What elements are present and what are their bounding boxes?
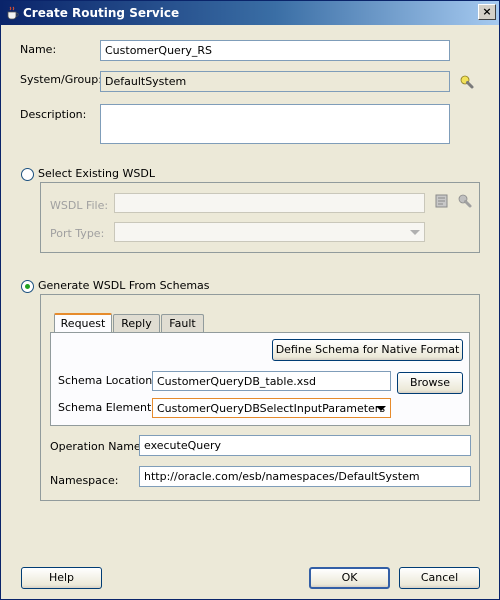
schema-element-label: Schema Element: [58,401,155,414]
wsdl-file-input[interactable] [114,193,425,213]
generate-wsdl-label[interactable]: Generate WSDL From Schemas [38,279,210,292]
flashlight-icon[interactable] [459,74,475,93]
description-textarea[interactable] [100,104,450,144]
close-icon: × [482,5,492,18]
name-input[interactable]: CustomerQuery_RS [100,40,450,61]
schema-element-value: CustomerQueryDBSelectInputParameters [157,402,386,415]
dialog-window: Create Routing Service × Name: CustomerQ… [0,0,500,600]
browse-file-icon[interactable] [434,193,450,212]
ok-button[interactable]: OK [309,567,390,589]
flashlight-icon[interactable] [457,193,473,212]
schema-location-label: Schema Location: [58,374,156,387]
help-button[interactable]: Help [21,567,102,589]
window-title: Create Routing Service [23,6,180,20]
tab-reply[interactable]: Reply [113,314,160,333]
title-bar[interactable]: Create Routing Service × [1,1,499,25]
system-group-field: DefaultSystem [100,71,450,92]
wsdl-file-label: WSDL File: [50,199,109,212]
operation-name-label: Operation Name: [50,440,145,453]
chevron-down-icon [376,406,386,411]
tab-request[interactable]: Request [54,313,112,333]
select-existing-wsdl-label[interactable]: Select Existing WSDL [38,167,155,180]
name-label: Name: [20,43,57,56]
coffee-cup-icon [5,5,21,21]
port-type-label: Port Type: [50,227,105,240]
tab-fault[interactable]: Fault [161,314,204,333]
define-schema-native-format-button[interactable]: Define Schema for Native Format [272,339,463,361]
cancel-button[interactable]: Cancel [399,567,480,589]
namespace-label: Namespace: [50,474,119,487]
system-group-label: System/Group: [20,73,102,86]
operation-name-input[interactable]: executeQuery [139,435,471,456]
generate-wsdl-radio[interactable] [21,280,34,293]
schema-location-input[interactable]: CustomerQueryDB_table.xsd [152,371,391,391]
description-label: Description: [20,108,87,121]
browse-button[interactable]: Browse [397,372,463,394]
port-type-select[interactable] [114,222,425,242]
chevron-down-icon [410,230,420,235]
select-existing-wsdl-radio[interactable] [21,168,34,181]
namespace-input[interactable]: http://oracle.com/esb/namespaces/Default… [139,466,471,487]
schema-element-select[interactable]: CustomerQueryDBSelectInputParameters [152,398,391,418]
close-button[interactable]: × [478,4,496,20]
